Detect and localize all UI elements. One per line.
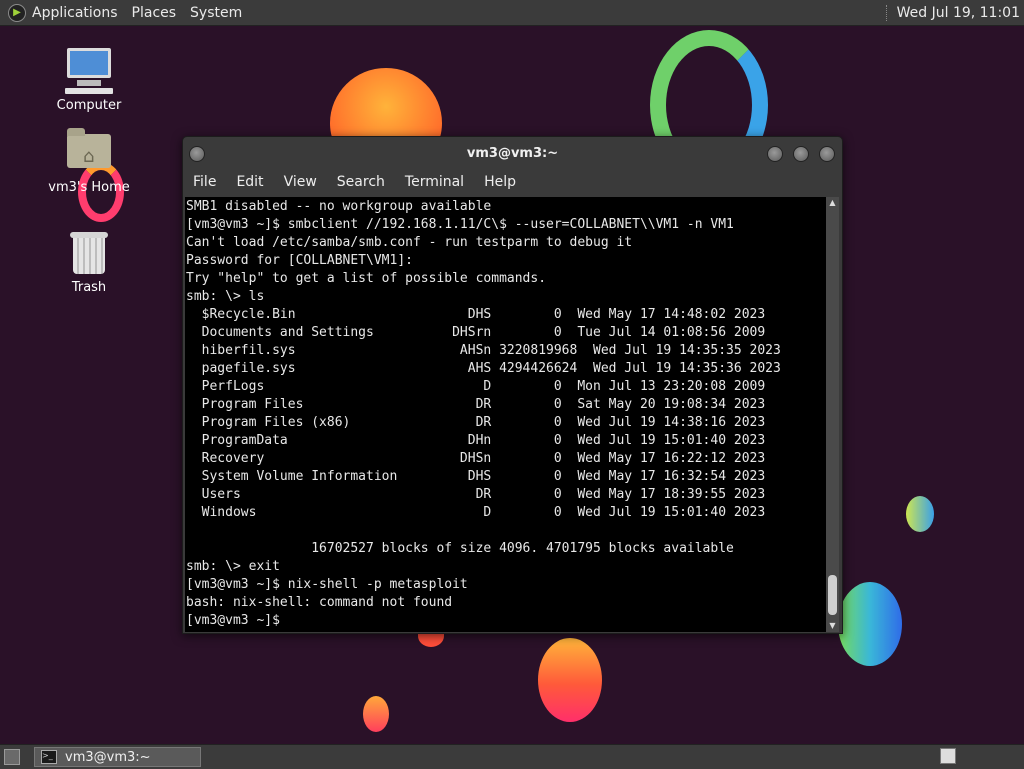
- terminal-line: [vm3@vm3 ~]$: [186, 613, 280, 628]
- terminal-line: Documents and Settings DHSrn 0 Tue Jul 1…: [186, 325, 766, 340]
- top-panel: ▶ Applications Places System Wed Jul 19,…: [0, 0, 1024, 26]
- menu-file[interactable]: File: [193, 174, 216, 190]
- terminal-line: Can't load /etc/samba/smb.conf - run tes…: [186, 235, 633, 250]
- terminal-line: Password for [COLLABNET\VM1]:: [186, 253, 413, 268]
- desktop-icon-label: Trash: [71, 280, 107, 295]
- bottom-panel: >_ vm3@vm3:~: [0, 744, 1024, 769]
- terminal-window: vm3@vm3:~ File Edit View Search Terminal…: [182, 136, 843, 634]
- wallpaper-blob-blue-small: [906, 496, 934, 532]
- desktop-icon-trash[interactable]: Trash: [44, 228, 134, 295]
- terminal-line: SMB1 disabled -- no workgroup available: [186, 199, 492, 214]
- window-titlebar[interactable]: vm3@vm3:~: [183, 137, 842, 170]
- computer-icon: [63, 46, 115, 94]
- menu-places[interactable]: Places: [132, 5, 177, 21]
- taskbar-window-label: vm3@vm3:~: [65, 749, 151, 765]
- home-folder-icon: ⌂: [63, 128, 115, 176]
- menu-view[interactable]: View: [284, 174, 317, 190]
- show-desktop-icon[interactable]: [4, 749, 20, 765]
- scroll-down-icon[interactable]: ▼: [826, 620, 839, 632]
- desktop-icon-label: vm3's Home: [48, 180, 130, 195]
- window-menu-icon[interactable]: [189, 146, 205, 162]
- menu-search[interactable]: Search: [337, 174, 385, 190]
- menu-applications[interactable]: Applications: [32, 5, 118, 21]
- terminal-line: [vm3@vm3 ~]$ nix-shell -p metasploit: [186, 577, 468, 592]
- terminal-line: hiberfil.sys AHSn 3220819968 Wed Jul 19 …: [186, 343, 781, 358]
- terminal-line: pagefile.sys AHS 4294426624 Wed Jul 19 1…: [186, 361, 781, 376]
- workspace-switcher[interactable]: [940, 748, 956, 764]
- terminal-line: smb: \> ls: [186, 289, 265, 304]
- close-button[interactable]: [819, 146, 835, 162]
- trash-icon: [63, 228, 115, 276]
- window-title: vm3@vm3:~: [466, 146, 559, 161]
- scrollbar-thumb[interactable]: [828, 575, 837, 615]
- terminal-line: 16702527 blocks of size 4096. 4701795 bl…: [186, 541, 734, 556]
- wallpaper-blob-bottom: [538, 638, 602, 722]
- terminal-line: PerfLogs D 0 Mon Jul 13 23:20:08 2009: [186, 379, 766, 394]
- distro-logo-icon[interactable]: ▶: [8, 3, 26, 22]
- terminal-scrollbar[interactable]: ▲ ▼: [826, 197, 839, 632]
- minimize-button[interactable]: [767, 146, 783, 162]
- scroll-up-icon[interactable]: ▲: [826, 197, 839, 209]
- taskbar-window-button[interactable]: >_ vm3@vm3:~: [34, 747, 201, 767]
- terminal-menubar: File Edit View Search Terminal Help: [183, 170, 842, 194]
- terminal-line: Users DR 0 Wed May 17 18:39:55 2023: [186, 487, 766, 502]
- terminal-line: Windows D 0 Wed Jul 19 15:01:40 2023: [186, 505, 766, 520]
- clock[interactable]: Wed Jul 19, 11:01: [885, 4, 1020, 21]
- terminal-line: Recovery DHSn 0 Wed May 17 16:22:12 2023: [186, 451, 766, 466]
- menu-system[interactable]: System: [190, 5, 242, 21]
- terminal-line: System Volume Information DHS 0 Wed May …: [186, 469, 766, 484]
- terminal-icon: >_: [41, 750, 57, 764]
- menu-help[interactable]: Help: [484, 174, 516, 190]
- terminal-line: ProgramData DHn 0 Wed Jul 19 15:01:40 20…: [186, 433, 766, 448]
- maximize-button[interactable]: [793, 146, 809, 162]
- menu-edit[interactable]: Edit: [236, 174, 263, 190]
- terminal-line: smb: \> exit: [186, 559, 280, 574]
- terminal-line: bash: nix-shell: command not found: [186, 595, 453, 610]
- terminal-line: Try "help" to get a list of possible com…: [186, 271, 547, 286]
- terminal-output[interactable]: SMB1 disabled -- no workgroup available […: [185, 197, 826, 632]
- desktop-icon-label: Computer: [56, 98, 122, 113]
- desktop-icon-home[interactable]: ⌂ vm3's Home: [44, 128, 134, 195]
- desktop-icon-computer[interactable]: Computer: [44, 46, 134, 113]
- terminal-line: $Recycle.Bin DHS 0 Wed May 17 14:48:02 2…: [186, 307, 766, 322]
- menu-terminal[interactable]: Terminal: [405, 174, 464, 190]
- terminal-line: Program Files DR 0 Sat May 20 19:08:34 2…: [186, 397, 766, 412]
- wallpaper-blob-bottom-small: [363, 696, 389, 732]
- terminal-line: Program Files (x86) DR 0 Wed Jul 19 14:3…: [186, 415, 766, 430]
- terminal-line: [vm3@vm3 ~]$ smbclient //192.168.1.11/C\…: [186, 217, 734, 232]
- wallpaper-blob-blue: [838, 582, 902, 666]
